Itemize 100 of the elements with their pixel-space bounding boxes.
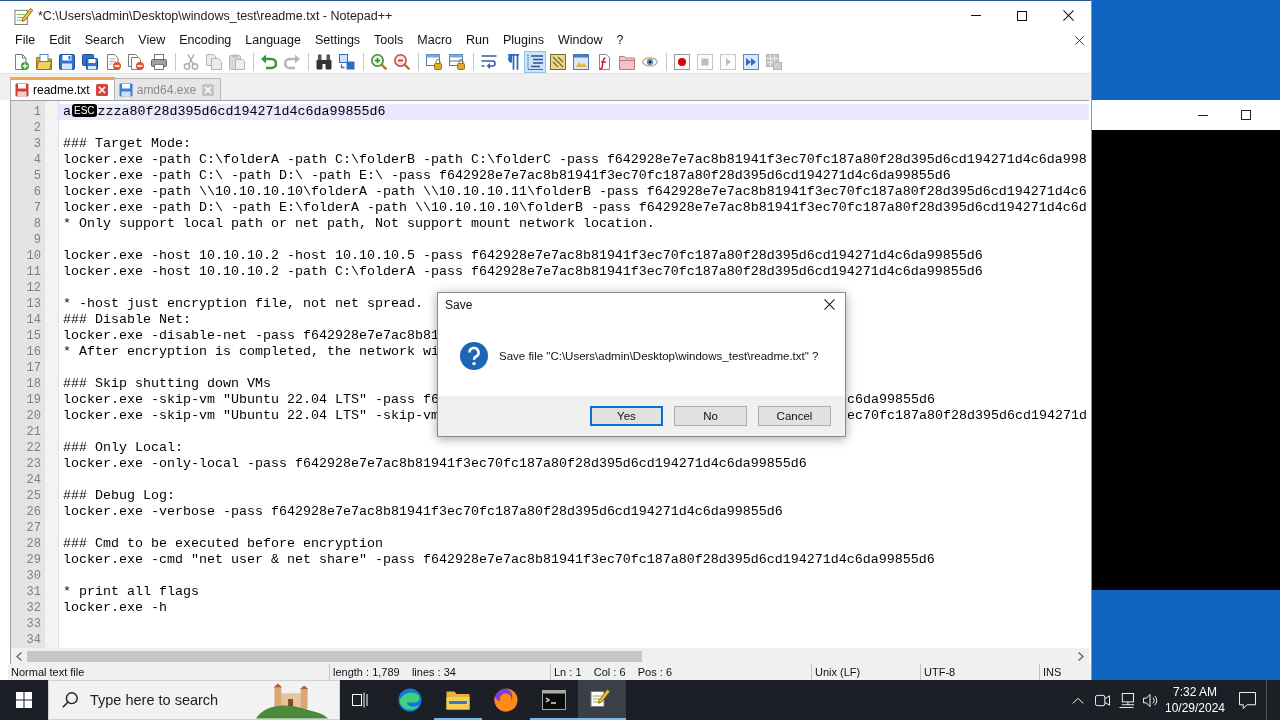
- search-icon: [62, 692, 78, 708]
- question-icon: [460, 342, 488, 370]
- notepad-pen-icon: [14, 6, 33, 25]
- notification-icon: [1238, 691, 1256, 709]
- redo-icon: [284, 53, 300, 70]
- line-number: 18: [26, 376, 41, 392]
- line-number: 24: [26, 472, 41, 488]
- documents-minus-icon: [128, 53, 144, 70]
- line-number: 6: [33, 184, 41, 200]
- dialog-button[interactable]: Yes: [590, 406, 663, 426]
- save-icon: [59, 53, 75, 70]
- fast-forward-icon: [743, 53, 759, 70]
- line-number: 27: [26, 520, 41, 536]
- dialog-button[interactable]: No: [674, 406, 747, 426]
- window-lock-icon: [449, 53, 465, 70]
- code-line: locker.exe -verbose -pass f642928e7e7ac8b81941f3ec70fc187a80f28d395d6cd194271d4c6da99855d6: [63, 504, 783, 520]
- chevron-right-icon[interactable]: [1078, 651, 1084, 661]
- code-line: c6da99855d6: [847, 392, 935, 408]
- maximize-icon: [1017, 10, 1027, 21]
- line-number: 20: [26, 408, 41, 424]
- line-number: 11: [26, 264, 41, 280]
- copy-icon: [206, 53, 222, 70]
- line-number: 21: [26, 424, 41, 440]
- line-number: 13: [26, 296, 41, 312]
- taskbar-app-button[interactable]: [578, 680, 626, 720]
- maximize-icon: [1241, 110, 1251, 120]
- dialog-button[interactable]: Cancel: [758, 406, 831, 426]
- menu-item[interactable]: File: [8, 32, 43, 48]
- dialog-title: Save: [445, 297, 474, 312]
- folder-icon: [619, 53, 635, 70]
- clock-date: 10/29/2024: [1164, 700, 1226, 716]
- castle-illustration: [256, 683, 328, 719]
- code-line: ec70fc187a80f28d395d6cd194271d: [847, 408, 1087, 424]
- swirl-browser-icon: [398, 688, 422, 712]
- line-number: 1: [33, 104, 41, 120]
- video-camera-icon: [1094, 692, 1110, 708]
- code-line: ### Disable Net:: [63, 312, 191, 328]
- zoom-out-icon: [394, 53, 410, 70]
- scissors-icon: [183, 53, 199, 70]
- clipboard-icon: [229, 53, 245, 70]
- menu-item[interactable]: Search: [77, 32, 132, 48]
- line-number: 15: [26, 328, 41, 344]
- menu-item[interactable]: Tools: [367, 32, 411, 48]
- menu-item[interactable]: Settings: [307, 32, 368, 48]
- window-title: *C:\Users\admin\Desktop\windows_test\readme.txt - Notepad++: [38, 8, 394, 23]
- minimize-icon: [1198, 114, 1208, 116]
- code-line: locker.exe -path D:\ -path E:\folderA -path \\10.10.10.10\folderB -pass f642928e7e7ac8b81941f3ec70fc187a80f28d395d6cd194271d4c6d: [63, 200, 1087, 216]
- code-line: ### Target Mode:: [63, 136, 191, 152]
- line-number: 28: [26, 536, 41, 552]
- dialog-message: Save file "C:\Users\admin\Desktop\windows_test\readme.txt" ?: [499, 350, 819, 362]
- line-number: 26: [26, 504, 41, 520]
- terminal-icon: [542, 688, 566, 712]
- start-icon: [16, 692, 32, 708]
- status-text: INS: [1042, 665, 1063, 680]
- window-image-icon: [573, 53, 589, 70]
- control-character-marker: ESC: [72, 104, 97, 117]
- line-number: 22: [26, 440, 41, 456]
- line-number: 12: [26, 280, 41, 296]
- menu-item[interactable]: ?: [609, 32, 631, 48]
- menu-item[interactable]: Macro: [410, 32, 460, 48]
- code-line: locker.exe -h: [63, 600, 167, 616]
- menu-item[interactable]: Plugins: [495, 32, 551, 48]
- menu-item[interactable]: Window: [550, 32, 610, 48]
- line-number: 33: [26, 616, 41, 632]
- line-number: 8: [33, 216, 41, 232]
- code-line: locker.exe -host 10.10.10.2 -host 10.10.10.5 -pass f642928e7e7ac8b81941f3ec70fc187a80f28d395d6cd194271d4c6da99855d6: [63, 248, 983, 264]
- folder-document-icon: [36, 53, 52, 70]
- indent-guide-button[interactable]: [524, 50, 546, 73]
- close-icon: [823, 299, 835, 310]
- clock-time: 7:32 AM: [1173, 684, 1217, 700]
- menu-item[interactable]: Run: [459, 32, 496, 48]
- tab[interactable]: readme.txt: [10, 77, 115, 100]
- search-field[interactable]: Type here to search: [90, 692, 256, 708]
- code-line: locker.exe -path \\10.10.10.10\folderA -path \\10.10.10.11\folderB -pass f642928e7e7ac8b81941f3ec70fc187a80f28d395d6cd194271d4c6: [63, 184, 1087, 200]
- menu-item[interactable]: Encoding: [172, 32, 239, 48]
- line-number: 16: [26, 344, 41, 360]
- line-number: 25: [26, 488, 41, 504]
- line-number: 30: [26, 568, 41, 584]
- code-line: * After encryption is completed, the network wi: [63, 344, 439, 360]
- code-line: locker.exe -host 10.10.10.2 -path C:\folderA -pass f642928e7e7ac8b81941f3ec70fc187a80f28d395d6cd194271d4c6da99855d6: [63, 264, 983, 280]
- chevron-left-icon[interactable]: [16, 651, 22, 661]
- function-page-icon: [596, 53, 612, 70]
- word-wrap-icon: [481, 53, 497, 70]
- menu-item[interactable]: Edit: [42, 32, 78, 48]
- menu-item[interactable]: Language: [238, 32, 308, 48]
- line-number: 9: [33, 232, 41, 248]
- clock-button[interactable]: 7:32 AM 10/29/2024: [1162, 680, 1228, 720]
- menu-item[interactable]: View: [131, 32, 173, 48]
- close-icon[interactable]: [1075, 35, 1084, 45]
- scrollbar-thumb[interactable]: [27, 650, 642, 662]
- line-number: 5: [33, 168, 41, 184]
- undo-icon: [261, 53, 277, 70]
- line-number: 17: [26, 360, 41, 376]
- zoom-in-icon: [371, 53, 387, 70]
- line-number: 4: [33, 152, 41, 168]
- code-line: locker.exe -cmd "net user & net share" -pass f642928e7e7ac8b81941f3ec70fc187a80f28d395d6cd194271d4c6da99855d6: [63, 552, 935, 568]
- task-view-icon: [352, 692, 368, 708]
- code-line: ### Cmd to be executed before encryption: [63, 536, 383, 552]
- replace-icon: [339, 53, 355, 70]
- new-file-icon: [13, 53, 29, 70]
